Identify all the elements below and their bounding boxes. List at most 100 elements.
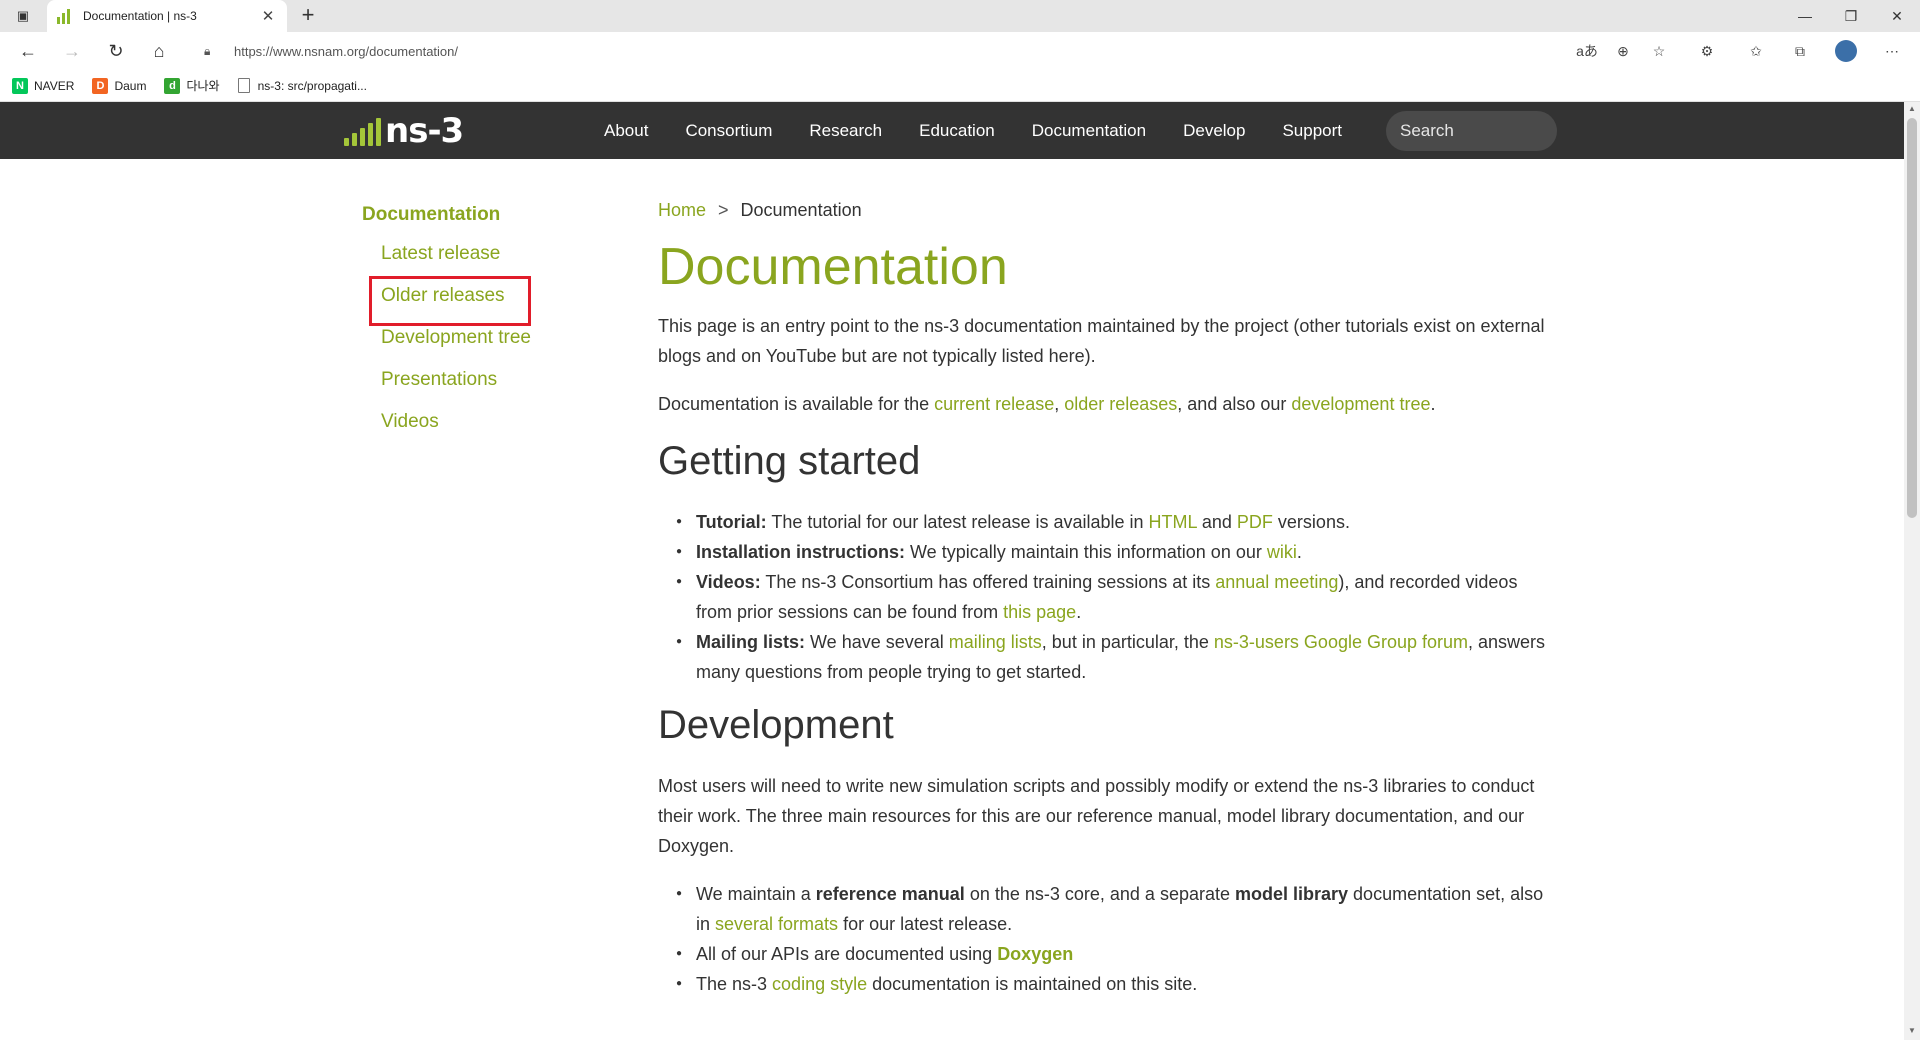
bookmark-naver[interactable]: N NAVER [12, 77, 75, 94]
coding-style-link[interactable]: coding style [772, 974, 867, 994]
logo-wordmark: ns-3 [385, 111, 464, 151]
text: . [1076, 602, 1082, 622]
item-label: Mailing lists: [696, 632, 806, 652]
this-page-link[interactable]: this page [1003, 602, 1076, 622]
add-favorite-icon[interactable]: ☆ [1645, 39, 1673, 63]
availability-paragraph: Documentation is available for the curre… [658, 389, 1558, 419]
text: and [1196, 512, 1237, 532]
danawa-icon: d [164, 77, 181, 94]
mailing-lists-link[interactable]: mailing lists [949, 632, 1042, 652]
nav-documentation[interactable]: Documentation [1032, 121, 1146, 141]
text: . [1430, 394, 1436, 414]
text: We have several [805, 632, 949, 652]
annual-meeting-link[interactable]: annual meeting [1215, 572, 1338, 592]
sidebar-item-development-tree[interactable]: Development tree [381, 326, 612, 368]
scroll-down-icon[interactable]: ▼ [1904, 1026, 1920, 1038]
nav-consortium[interactable]: Consortium [685, 121, 772, 141]
extensions-icon[interactable]: ⚙ [1693, 39, 1721, 63]
browser-tab-bar: ▣ Documentation | ns-3 ✕ + — ❐ ✕ [0, 0, 1920, 32]
text: We maintain a [696, 884, 816, 904]
wiki-link[interactable]: wiki [1267, 542, 1297, 562]
page-title: Documentation [658, 238, 1008, 296]
close-window-icon[interactable]: ✕ [1874, 0, 1920, 32]
profile-avatar[interactable] [1832, 39, 1860, 63]
bold-text: reference manual [815, 884, 965, 904]
breadcrumb-home[interactable]: Home [658, 200, 706, 220]
collections-icon[interactable]: ⧉ [1786, 39, 1814, 63]
bookmark-ns3-propagation[interactable]: ns-3: src/propagati... [237, 78, 367, 93]
tab-actions-icon[interactable]: ▣ [10, 6, 36, 26]
browser-tab-active[interactable]: Documentation | ns-3 ✕ [47, 0, 287, 32]
nav-support[interactable]: Support [1282, 121, 1342, 141]
main-nav: About Consortium Research Education Docu… [604, 102, 1379, 159]
several-formats-link[interactable]: several formats [715, 914, 838, 934]
tutorial-html-link[interactable]: HTML [1149, 512, 1197, 532]
naver-icon: N [12, 77, 28, 94]
nav-research[interactable]: Research [809, 121, 882, 141]
breadcrumb-separator: > [718, 200, 729, 220]
page-icon [237, 78, 250, 93]
sidebar: Documentation Latest release Older relea… [362, 204, 612, 452]
bookmark-danawa[interactable]: d 다나와 [164, 77, 220, 94]
forward-icon[interactable]: → [58, 39, 86, 63]
read-aloud-icon[interactable]: aあ [1573, 39, 1601, 63]
bookmark-label: 다나와 [186, 79, 220, 93]
breadcrumb-current: Documentation [740, 200, 862, 220]
sidebar-item-presentations[interactable]: Presentations [381, 368, 612, 410]
ns3-favicon-icon [57, 8, 73, 24]
text: , [1054, 394, 1065, 414]
sidebar-item-older-releases[interactable]: Older releases [369, 276, 612, 326]
scroll-up-icon[interactable]: ▲ [1904, 104, 1920, 116]
back-icon[interactable]: ← [14, 39, 42, 63]
text: documentation is maintained on this site… [867, 974, 1198, 994]
ns3-logo[interactable]: ns-3 [344, 111, 464, 151]
list-item-reference-manual: We maintain a reference manual on the ns… [676, 879, 1558, 939]
scroll-thumb[interactable] [1907, 118, 1917, 518]
nav-develop[interactable]: Develop [1183, 121, 1245, 141]
text: , and also our [1177, 394, 1292, 414]
list-item-doxygen: All of our APIs are documented using Dox… [676, 939, 1558, 969]
bookmark-label: ns-3: src/propagati... [257, 78, 367, 93]
tutorial-pdf-link[interactable]: PDF [1237, 512, 1273, 532]
nav-about[interactable]: About [604, 121, 648, 141]
sidebar-heading[interactable]: Documentation [362, 204, 612, 226]
more-menu-icon[interactable]: ⋯ [1878, 39, 1906, 63]
bookmark-label: NAVER [34, 78, 75, 93]
intro-paragraph: This page is an entry point to the ns-3 … [658, 316, 1545, 366]
list-item-videos: Videos: The ns-3 Consortium has offered … [676, 567, 1558, 627]
development-tree-link[interactable]: development tree [1291, 394, 1430, 414]
url-text: https://www.nsnam.org/documentation/ [234, 43, 459, 59]
google-group-forum-link[interactable]: ns-3-users Google Group forum [1214, 632, 1468, 652]
text: , but in particular, the [1041, 632, 1214, 652]
new-tab-icon[interactable]: + [296, 4, 320, 28]
zoom-icon[interactable]: ⊕ [1609, 39, 1637, 63]
favorites-icon[interactable]: ✩ [1742, 39, 1770, 63]
text: Documentation is available for the [658, 394, 935, 414]
text: . [1296, 542, 1302, 562]
tab-close-icon[interactable]: ✕ [259, 7, 277, 25]
list-item-coding-style: The ns-3 coding style documentation is m… [676, 969, 1558, 999]
text: We typically maintain this information o… [905, 542, 1267, 562]
refresh-icon[interactable]: ↻ [102, 39, 130, 63]
development-list: We maintain a reference manual on the ns… [676, 879, 1558, 999]
older-releases-link[interactable]: older releases [1064, 394, 1177, 414]
site-header: ns-3 About Consortium Research Education… [0, 102, 1904, 159]
daum-icon: D [92, 77, 109, 94]
doxygen-link[interactable]: Doxygen [997, 944, 1073, 964]
minimize-icon[interactable]: — [1782, 0, 1828, 32]
sidebar-item-videos[interactable]: Videos [381, 410, 612, 452]
home-icon[interactable]: ⌂ [145, 39, 173, 63]
text: All of our APIs are documented using [696, 944, 998, 964]
bookmark-daum[interactable]: D Daum [92, 77, 146, 94]
current-release-link[interactable]: current release [934, 394, 1054, 414]
restore-icon[interactable]: ❐ [1828, 0, 1874, 32]
nav-education[interactable]: Education [919, 121, 995, 141]
page-scrollbar[interactable]: ▲ ▼ [1904, 102, 1920, 1040]
url-field[interactable]: 🔒︎ https://www.nsnam.org/documentation/ [190, 36, 1580, 66]
search-input[interactable]: Search [1386, 111, 1557, 151]
lock-icon[interactable]: 🔒︎ [204, 44, 220, 59]
signal-bars-icon [344, 116, 381, 146]
getting-started-heading: Getting started [658, 439, 921, 483]
item-label: Videos: [696, 572, 761, 592]
text: for our latest release. [838, 914, 1013, 934]
